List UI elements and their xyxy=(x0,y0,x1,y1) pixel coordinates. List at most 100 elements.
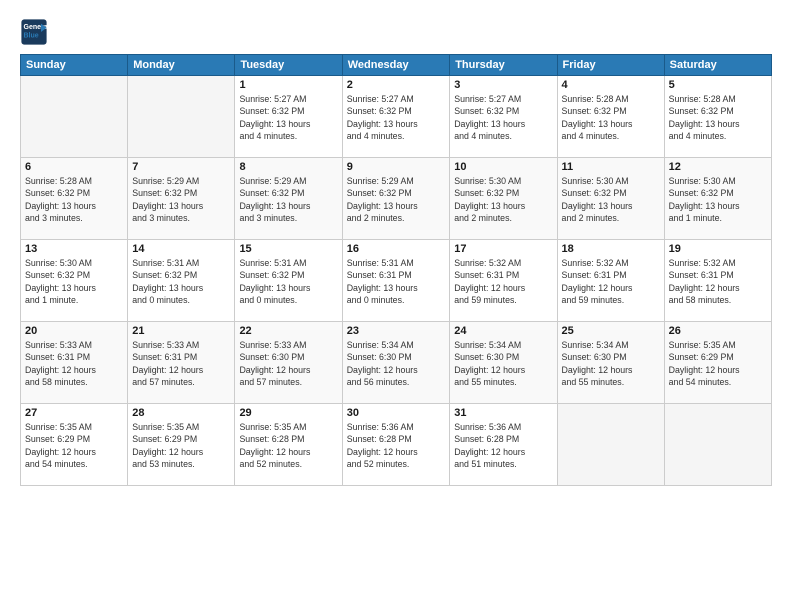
day-number: 28 xyxy=(132,407,230,419)
calendar-header-row: SundayMondayTuesdayWednesdayThursdayFrid… xyxy=(21,55,772,76)
day-info: Sunrise: 5:34 AM Sunset: 6:30 PM Dayligh… xyxy=(347,339,446,388)
calendar-cell: 31Sunrise: 5:36 AM Sunset: 6:28 PM Dayli… xyxy=(450,404,557,486)
day-number: 10 xyxy=(454,161,552,173)
calendar-table: SundayMondayTuesdayWednesdayThursdayFrid… xyxy=(20,54,772,486)
day-info: Sunrise: 5:34 AM Sunset: 6:30 PM Dayligh… xyxy=(562,339,660,388)
calendar-cell: 6 Sunrise: 5:28 AM Sunset: 6:32 PM Daylig… xyxy=(21,158,128,240)
svg-text:Blue: Blue xyxy=(24,33,39,40)
day-number: 3 xyxy=(454,79,552,91)
day-info: Sunrise: 5:29 AM Sunset: 6:32 PM Dayligh… xyxy=(239,175,337,224)
day-info: Sunrise: 5:27 AM Sunset: 6:32 PM Dayligh… xyxy=(454,93,552,142)
calendar-cell: 23 Sunrise: 5:34 AM Sunset: 6:30 PM Dayli… xyxy=(342,322,450,404)
day-number: 27 xyxy=(25,407,123,419)
day-number: 22 xyxy=(239,325,337,337)
day-number: 12 xyxy=(669,161,767,173)
day-info: Sunrise: 5:28 AM Sunset: 6:32 PM Dayligh… xyxy=(562,93,660,142)
calendar-cell: 19 Sunrise: 5:32 AM Sunset: 6:31 PM Dayli… xyxy=(664,240,771,322)
calendar-cell: 10 Sunrise: 5:30 AM Sunset: 6:32 PM Dayli… xyxy=(450,158,557,240)
day-number: 29 xyxy=(239,407,337,419)
day-info: Sunrise: 5:31 AM Sunset: 6:32 PM Dayligh… xyxy=(132,257,230,306)
day-info: Sunrise: 5:30 AM Sunset: 6:32 PM Dayligh… xyxy=(562,175,660,224)
day-info: Sunrise: 5:32 AM Sunset: 6:31 PM Dayligh… xyxy=(669,257,767,306)
day-info: Sunrise: 5:33 AM Sunset: 6:31 PM Dayligh… xyxy=(25,339,123,388)
day-info: Sunrise: 5:31 AM Sunset: 6:31 PM Dayligh… xyxy=(347,257,446,306)
day-number: 26 xyxy=(669,325,767,337)
calendar-cell: 21 Sunrise: 5:33 AM Sunset: 6:31 PM Dayli… xyxy=(128,322,235,404)
calendar-page: General Blue SundayMondayTuesdayWednesda… xyxy=(0,0,792,612)
calendar-cell xyxy=(557,404,664,486)
day-number: 11 xyxy=(562,161,660,173)
day-info: Sunrise: 5:35 AM Sunset: 6:29 PM Dayligh… xyxy=(25,421,123,470)
day-info: Sunrise: 5:33 AM Sunset: 6:30 PM Dayligh… xyxy=(239,339,337,388)
day-info: Sunrise: 5:27 AM Sunset: 6:32 PM Dayligh… xyxy=(239,93,337,142)
calendar-cell xyxy=(664,404,771,486)
calendar-cell: 20 Sunrise: 5:33 AM Sunset: 6:31 PM Dayli… xyxy=(21,322,128,404)
day-number: 30 xyxy=(347,407,446,419)
day-number: 4 xyxy=(562,79,660,91)
day-number: 6 xyxy=(25,161,123,173)
day-info: Sunrise: 5:29 AM Sunset: 6:32 PM Dayligh… xyxy=(347,175,446,224)
column-header-friday: Friday xyxy=(557,55,664,76)
day-number: 14 xyxy=(132,243,230,255)
day-number: 16 xyxy=(347,243,446,255)
day-info: Sunrise: 5:34 AM Sunset: 6:30 PM Dayligh… xyxy=(454,339,552,388)
calendar-week-row: 13 Sunrise: 5:30 AM Sunset: 6:32 PM Dayli… xyxy=(21,240,772,322)
day-info: Sunrise: 5:30 AM Sunset: 6:32 PM Dayligh… xyxy=(454,175,552,224)
calendar-cell: 27 Sunrise: 5:35 AM Sunset: 6:29 PM Dayli… xyxy=(21,404,128,486)
calendar-cell: 8 Sunrise: 5:29 AM Sunset: 6:32 PM Daylig… xyxy=(235,158,342,240)
day-number: 19 xyxy=(669,243,767,255)
day-number: 13 xyxy=(25,243,123,255)
calendar-cell: 16 Sunrise: 5:31 AM Sunset: 6:31 PM Dayli… xyxy=(342,240,450,322)
day-number: 23 xyxy=(347,325,446,337)
day-number: 18 xyxy=(562,243,660,255)
day-info: Sunrise: 5:27 AM Sunset: 6:32 PM Dayligh… xyxy=(347,93,446,142)
day-info: Sunrise: 5:35 AM Sunset: 6:29 PM Dayligh… xyxy=(132,421,230,470)
day-info: Sunrise: 5:36 AM Sunset: 6:28 PM Dayligh… xyxy=(347,421,446,470)
calendar-cell: 9 Sunrise: 5:29 AM Sunset: 6:32 PM Daylig… xyxy=(342,158,450,240)
day-info: Sunrise: 5:28 AM Sunset: 6:32 PM Dayligh… xyxy=(25,175,123,224)
day-info: Sunrise: 5:30 AM Sunset: 6:32 PM Dayligh… xyxy=(25,257,123,306)
calendar-week-row: 27 Sunrise: 5:35 AM Sunset: 6:29 PM Dayli… xyxy=(21,404,772,486)
day-number: 8 xyxy=(239,161,337,173)
calendar-cell: 17 Sunrise: 5:32 AM Sunset: 6:31 PM Dayli… xyxy=(450,240,557,322)
calendar-cell: 3 Sunrise: 5:27 AM Sunset: 6:32 PM Daylig… xyxy=(450,76,557,158)
calendar-cell: 13 Sunrise: 5:30 AM Sunset: 6:32 PM Dayli… xyxy=(21,240,128,322)
day-info: Sunrise: 5:31 AM Sunset: 6:32 PM Dayligh… xyxy=(239,257,337,306)
day-number: 25 xyxy=(562,325,660,337)
day-number: 21 xyxy=(132,325,230,337)
day-number: 20 xyxy=(25,325,123,337)
calendar-cell: 1 Sunrise: 5:27 AM Sunset: 6:32 PM Daylig… xyxy=(235,76,342,158)
calendar-cell xyxy=(21,76,128,158)
calendar-cell: 26Sunrise: 5:35 AM Sunset: 6:29 PM Dayli… xyxy=(664,322,771,404)
logo-icon: General Blue xyxy=(20,18,48,46)
day-number: 15 xyxy=(239,243,337,255)
day-info: Sunrise: 5:29 AM Sunset: 6:32 PM Dayligh… xyxy=(132,175,230,224)
day-number: 24 xyxy=(454,325,552,337)
column-header-tuesday: Tuesday xyxy=(235,55,342,76)
calendar-cell xyxy=(128,76,235,158)
calendar-cell: 30 Sunrise: 5:36 AM Sunset: 6:28 PM Dayli… xyxy=(342,404,450,486)
day-info: Sunrise: 5:33 AM Sunset: 6:31 PM Dayligh… xyxy=(132,339,230,388)
column-header-thursday: Thursday xyxy=(450,55,557,76)
day-info: Sunrise: 5:32 AM Sunset: 6:31 PM Dayligh… xyxy=(562,257,660,306)
column-header-saturday: Saturday xyxy=(664,55,771,76)
calendar-week-row: 6 Sunrise: 5:28 AM Sunset: 6:32 PM Daylig… xyxy=(21,158,772,240)
calendar-cell: 11 Sunrise: 5:30 AM Sunset: 6:32 PM Dayli… xyxy=(557,158,664,240)
calendar-week-row: 1 Sunrise: 5:27 AM Sunset: 6:32 PM Daylig… xyxy=(21,76,772,158)
day-info: Sunrise: 5:28 AM Sunset: 6:32 PM Dayligh… xyxy=(669,93,767,142)
calendar-cell: 15 Sunrise: 5:31 AM Sunset: 6:32 PM Dayli… xyxy=(235,240,342,322)
calendar-cell: 28 Sunrise: 5:35 AM Sunset: 6:29 PM Dayli… xyxy=(128,404,235,486)
column-header-monday: Monday xyxy=(128,55,235,76)
day-number: 5 xyxy=(669,79,767,91)
day-number: 7 xyxy=(132,161,230,173)
day-number: 17 xyxy=(454,243,552,255)
header: General Blue xyxy=(20,18,772,46)
day-info: Sunrise: 5:35 AM Sunset: 6:28 PM Dayligh… xyxy=(239,421,337,470)
day-info: Sunrise: 5:32 AM Sunset: 6:31 PM Dayligh… xyxy=(454,257,552,306)
day-number: 1 xyxy=(239,79,337,91)
column-header-wednesday: Wednesday xyxy=(342,55,450,76)
calendar-cell: 14 Sunrise: 5:31 AM Sunset: 6:32 PM Dayli… xyxy=(128,240,235,322)
day-number: 9 xyxy=(347,161,446,173)
calendar-cell: 24 Sunrise: 5:34 AM Sunset: 6:30 PM Dayli… xyxy=(450,322,557,404)
calendar-cell: 22 Sunrise: 5:33 AM Sunset: 6:30 PM Dayli… xyxy=(235,322,342,404)
